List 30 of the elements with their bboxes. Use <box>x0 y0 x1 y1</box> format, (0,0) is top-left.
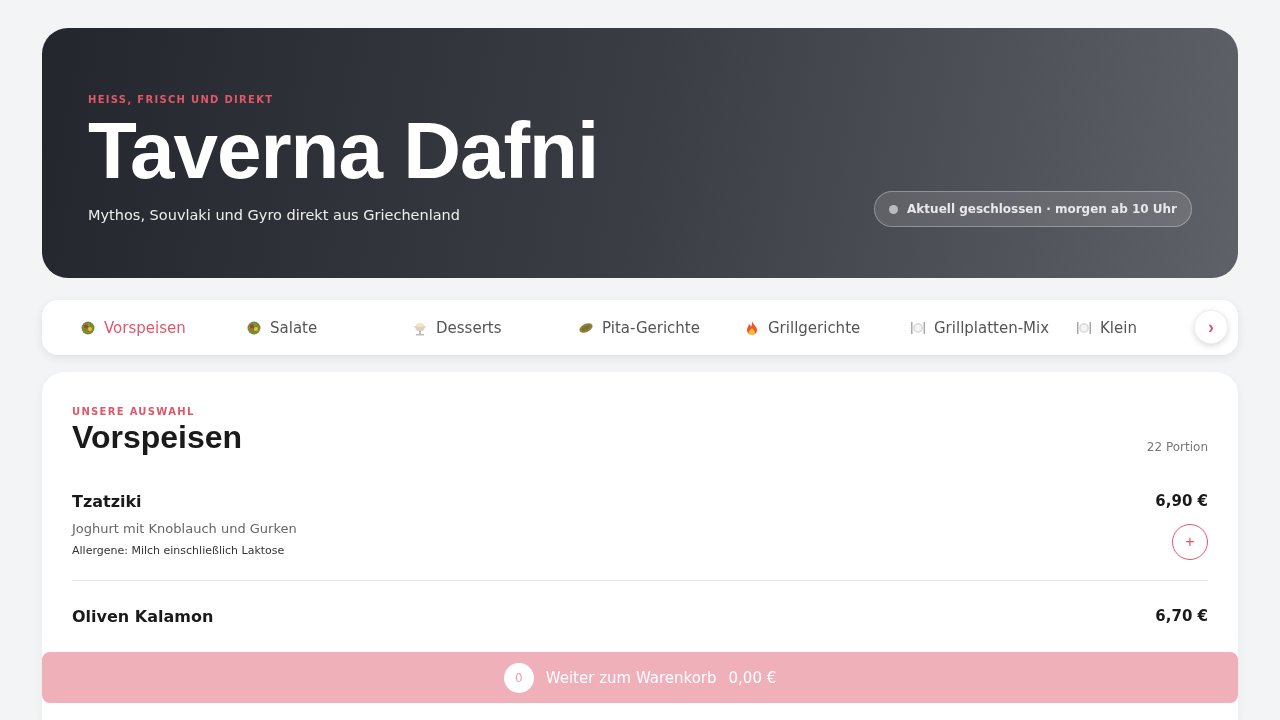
cart-label: Weiter zum Warenkorb <box>545 668 717 687</box>
category-tab[interactable]: Klein <box>1076 318 1137 337</box>
portion-count: 22 Portion <box>1146 440 1208 454</box>
plate-cutlery-icon <box>910 319 926 336</box>
cart-total: 0,00 € <box>728 668 777 687</box>
salad-bowl-icon <box>80 319 96 336</box>
salad-bowl-icon <box>246 319 262 336</box>
plate-cutlery-icon <box>1076 319 1092 336</box>
dish-name: Oliven Kalamon <box>72 607 214 626</box>
category-tab[interactable]: Salate <box>246 318 412 337</box>
dish-price: 6,70 € <box>1155 607 1208 625</box>
status-text: Aktuell geschlossen · morgen ab 10 Uhr <box>907 202 1177 216</box>
allergen-note: Allergene: Milch einschließlich Laktose <box>72 544 286 557</box>
flame-icon <box>744 319 760 336</box>
category-tab[interactable]: Desserts <box>412 318 578 337</box>
dish-name: Tzatziki <box>72 492 143 511</box>
category-tab[interactable]: Grillgerichte <box>744 318 910 337</box>
add-button[interactable]: + <box>1172 524 1208 560</box>
category-tab[interactable]: Grillplatten-Mix <box>910 318 1076 337</box>
scroll-next-button[interactable]: › <box>1194 310 1228 344</box>
hero-eyebrow: HEISS, FRISCH UND DIREKT <box>88 94 275 105</box>
category-tab[interactable]: Vorspeisen <box>80 318 246 337</box>
restaurant-title: Taverna Dafni <box>88 109 599 193</box>
hero-subtitle: Mythos, Souvlaki und Gyro direkt aus Griechenland <box>88 207 461 223</box>
section-eyebrow: UNSERE AUSWAHL <box>72 406 196 417</box>
section-title: Vorspeisen <box>72 419 243 456</box>
dish-price: 6,90 € <box>1155 492 1208 510</box>
cart-count-badge: 0 <box>503 662 534 693</box>
dish-description: Joghurt mit Knoblauch und Gurken <box>72 521 297 536</box>
category-tab[interactable]: Pita-Gerichte <box>578 318 744 337</box>
